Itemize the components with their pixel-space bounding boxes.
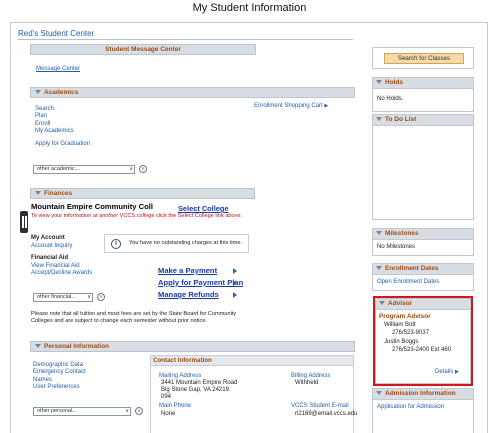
student-email-value: rl2169@email.vccs.edu	[295, 411, 358, 417]
manage-refunds-link[interactable]: Manage Refunds	[158, 290, 219, 299]
holds-text: No Holds.	[377, 96, 404, 102]
collapse-icon	[376, 266, 382, 271]
holds-header[interactable]: Holds	[373, 78, 473, 89]
holds-header-label: Holds	[385, 79, 404, 86]
academics-link-my-academics[interactable]: My Academics	[35, 128, 74, 135]
collapse-icon	[35, 191, 41, 196]
todo-header-label: To Do List	[385, 116, 417, 123]
demographic-data-link[interactable]: Demographic Data	[33, 362, 86, 369]
academics-select[interactable]: other academic... ∨	[33, 165, 135, 174]
academics-select-value: other academic...	[37, 166, 80, 172]
names-link[interactable]: Names	[33, 377, 86, 384]
finances-select-value: other financial...	[37, 294, 76, 300]
milestones-header-label: Milestones	[385, 230, 419, 237]
info-icon: i	[111, 239, 121, 249]
make-payment-link[interactable]: Make a Payment	[158, 266, 217, 275]
finances-header[interactable]: Finances	[30, 188, 255, 199]
my-account-label: My Account	[31, 235, 65, 241]
no-charges-text: You have no outstanding charges at this …	[129, 240, 242, 246]
academics-link-enroll[interactable]: Enroll	[35, 121, 74, 128]
go-button[interactable]: »	[135, 407, 143, 415]
message-center-header: Student Message Center	[30, 44, 256, 55]
admission-header-label: Admission Information	[385, 390, 456, 397]
mailing-line-2: Big Stone Gap, VA 24219	[161, 387, 229, 393]
finances-header-label: Finances	[44, 190, 73, 197]
user-preferences-link[interactable]: User Preferences	[33, 384, 86, 391]
collapse-icon	[35, 344, 41, 349]
enrollment-dates-header[interactable]: Enrollment Dates	[373, 264, 473, 275]
page-title: My Student Information	[192, 2, 307, 14]
contact-panel: Contact Information Mailing Address 3441…	[150, 355, 358, 433]
go-button[interactable]: »	[139, 165, 147, 173]
personal-select[interactable]: other personal... ∨	[33, 407, 131, 416]
billing-line-1: Withheld	[295, 380, 319, 386]
apply-graduation-link[interactable]: Apply for Graduation	[35, 141, 90, 148]
arrow-right-icon	[233, 280, 237, 286]
academics-link-search[interactable]: Search	[35, 106, 74, 113]
enrollment-dates-panel: Enrollment Dates Open Enrollment Dates	[372, 263, 474, 291]
application-admission-link[interactable]: Application for Admission	[373, 400, 473, 411]
milestones-header[interactable]: Milestones	[373, 229, 473, 240]
enrollment-cart-link[interactable]: Enrollment Shopping Cart ▶	[254, 103, 328, 110]
no-charges-box: i You have no outstanding charges at thi…	[104, 234, 249, 253]
account-inquiry-link[interactable]: Account Inquiry	[31, 243, 72, 250]
go-button[interactable]: »	[97, 293, 105, 301]
tuition-note: Please note that all tuition and most fe…	[31, 311, 237, 324]
arrow-right-icon	[233, 268, 237, 274]
apply-payment-plan-link[interactable]: Apply for Payment Plan	[158, 278, 243, 287]
holds-panel: Holds No Holds.	[372, 77, 474, 112]
personal-header-label: Personal Information	[44, 343, 110, 350]
admission-panel: Admission Information Application for Ad…	[372, 388, 474, 433]
student-email-link[interactable]: VCCS Student E-mail	[291, 403, 349, 410]
enrollment-dates-header-label: Enrollment Dates	[385, 265, 439, 272]
contact-header: Contact Information	[151, 356, 353, 366]
school-name: Mountain Empire Community Coll	[31, 202, 153, 211]
sidebar-collapse-handle[interactable]	[20, 211, 28, 233]
chevron-down-icon: ∨	[129, 166, 133, 172]
milestones-text: No Milestones	[377, 244, 416, 250]
search-panel: Search for Classes	[372, 47, 474, 69]
milestones-panel: Milestones No Milestones	[372, 228, 474, 256]
advisor-highlight	[373, 296, 473, 386]
main-phone-value: None	[161, 411, 176, 417]
select-college-link[interactable]: Select College	[178, 204, 229, 213]
personal-select-value: other personal...	[37, 408, 77, 414]
chevron-down-icon: ∨	[87, 294, 91, 300]
select-college-notice: To view your information at another VCCS…	[31, 213, 243, 219]
collapse-icon	[376, 231, 382, 236]
accept-decline-link[interactable]: Accept/Decline Awards	[31, 270, 92, 277]
open-enrollment-link[interactable]: Open Enrollment Dates	[373, 275, 473, 286]
todo-panel: To Do List	[372, 114, 474, 220]
collapse-icon	[376, 80, 382, 85]
collapse-icon	[376, 391, 382, 396]
emergency-contact-link[interactable]: Emergency Contact	[33, 369, 86, 376]
chevron-down-icon: ∨	[125, 408, 129, 414]
title-divider	[18, 39, 353, 40]
enrollment-cart-label: Enrollment Shopping Cart	[254, 103, 323, 109]
arrow-right-icon	[233, 292, 237, 298]
personal-header[interactable]: Personal Information	[30, 341, 355, 352]
message-center-link[interactable]: Message Center	[36, 66, 80, 73]
admission-header[interactable]: Admission Information	[373, 389, 473, 400]
collapse-icon	[35, 90, 41, 95]
arrow-right-icon: ▶	[324, 103, 329, 109]
finances-select[interactable]: other financial... ∨	[33, 293, 93, 302]
main-phone-link[interactable]: Main Phone	[159, 403, 191, 410]
todo-header[interactable]: To Do List	[373, 115, 473, 126]
academics-header[interactable]: Academics	[30, 87, 355, 98]
collapse-icon	[376, 117, 382, 122]
student-center-title: Red's Student Center	[18, 29, 95, 38]
search-classes-button[interactable]: Search for Classes	[384, 53, 464, 64]
financial-aid-label: Financial Aid	[31, 255, 69, 261]
mailing-line-3: 094	[161, 394, 172, 400]
academics-link-plan[interactable]: Plan	[35, 113, 74, 120]
academics-header-label: Academics	[44, 89, 79, 96]
